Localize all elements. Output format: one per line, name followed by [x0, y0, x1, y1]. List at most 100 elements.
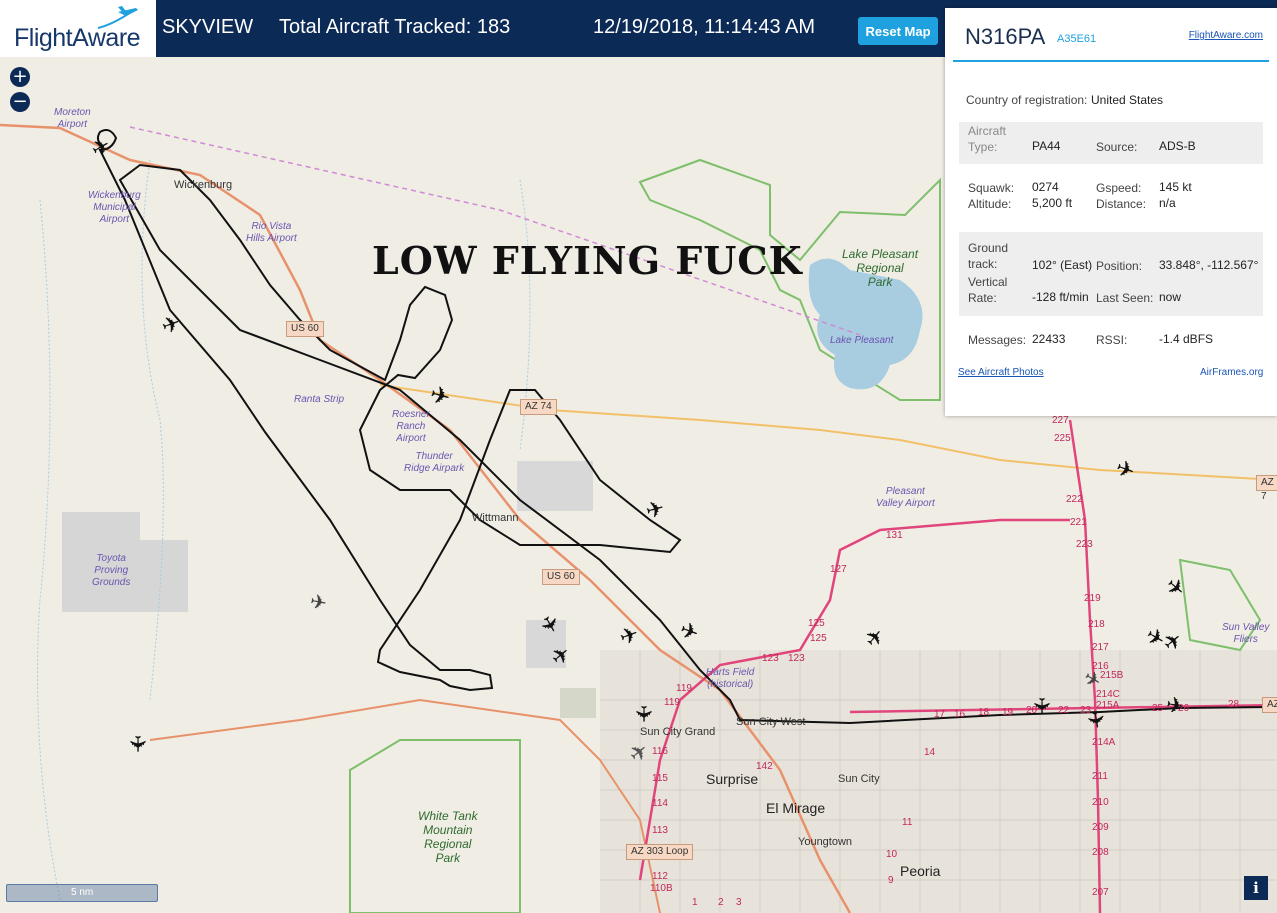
sun-city-grand-label: Sun City Grand — [640, 726, 716, 738]
gspeed-label: Gspeed: — [1096, 181, 1142, 195]
ground-track-value: 102° (East) — [1032, 258, 1093, 272]
route-number: 123 — [762, 653, 779, 664]
aircraft-hex[interactable]: A35E61 — [1057, 33, 1096, 45]
route-number: 3 — [736, 897, 742, 908]
route-number: 214C — [1096, 689, 1120, 700]
messages-value: 22433 — [1032, 332, 1066, 346]
airframes-link[interactable]: AirFrames.org — [1200, 367, 1263, 378]
plane-icon[interactable]: ✈ — [124, 735, 150, 753]
country-label: Country of registration: — [966, 93, 1088, 107]
youngtown-label: Youngtown — [798, 836, 853, 848]
messages-label: Messages: — [968, 333, 1027, 347]
datetime: 12/19/2018, 11:14:43 AM — [593, 16, 816, 38]
route-number: 23 — [1080, 705, 1092, 716]
route-number: 119 — [664, 697, 680, 708]
aircraft-type-label: Aircraft Type: — [968, 124, 1007, 154]
overlay-caption: LOW FLYING FUCK — [372, 238, 803, 283]
el-mirage-label: El Mirage — [766, 800, 826, 816]
harts-field-label: Harts Field (historical) — [706, 667, 755, 690]
country-row: Country of registration: United States — [959, 92, 1263, 112]
position-label: Position: — [1096, 259, 1143, 273]
route-number: 227 — [1052, 415, 1069, 426]
route-number: 10 — [886, 849, 898, 860]
route-number: 14 — [924, 747, 936, 758]
gspeed-value: 145 kt — [1159, 180, 1192, 194]
toyota-label: Toyota Proving Grounds — [92, 553, 131, 588]
route-number: 142 — [756, 761, 773, 772]
route-shield: AZ 7 — [1256, 475, 1277, 502]
sun-city-west-label: Sun City West — [736, 716, 806, 728]
flightaware-logo[interactable]: FlightAware — [0, 0, 156, 57]
route-number: 19 — [1002, 707, 1014, 718]
scale-bar: 5 nm — [6, 884, 158, 902]
source-label: Source: — [1096, 140, 1138, 154]
source-value: ADS-B — [1159, 139, 1196, 153]
route-number: 119 — [676, 683, 692, 694]
plane-icon[interactable]: ✈ — [630, 705, 656, 723]
rssi-value: -1.4 dBFS — [1159, 332, 1214, 346]
route-shield: AZ 74 — [520, 399, 557, 415]
aircraft-info-panel: N316PA A35E61 FlightAware.com Country of… — [945, 8, 1277, 416]
panel-divider — [953, 60, 1269, 62]
flightaware-link[interactable]: FlightAware.com — [1189, 30, 1263, 41]
sun-city-label: Sun City — [838, 773, 880, 785]
aircraft-type-value: PA44 — [1032, 139, 1061, 153]
route-number: 1 — [692, 897, 698, 908]
reset-map-button[interactable]: Reset Map — [858, 17, 938, 45]
route-shield: AZ — [1262, 697, 1277, 713]
wickenburg-airport-label: Wickenburg Municipal Airport — [88, 190, 141, 225]
messages-row: Messages: 22433 RSSI: -1.4 dBFS — [959, 332, 1263, 352]
wittmann-label: Wittmann — [472, 512, 519, 524]
squawk-label: Squawk: — [968, 181, 1015, 195]
squawk-row: Squawk: 0274 Gspeed: 145 kt Altitude: 5,… — [959, 180, 1263, 216]
vertical-rate-value: -128 ft/min — [1032, 290, 1089, 304]
route-number: 217 — [1092, 642, 1109, 653]
lake-pleasant-park-label: Lake Pleasant Regional Park — [842, 247, 919, 289]
peoria-label: Peoria — [900, 863, 941, 879]
route-number: 208 — [1092, 847, 1109, 858]
route-number: 9 — [888, 875, 894, 886]
zoom-out-button[interactable]: − — [10, 92, 30, 112]
lake-pleasant-label: Lake Pleasant — [830, 335, 894, 346]
moreton-airport-label: Moreton Airport — [54, 107, 91, 130]
route-number: 218 — [1088, 619, 1105, 630]
info-button[interactable]: i — [1244, 876, 1268, 900]
route-number: 115 — [652, 773, 668, 784]
route-number: 125 — [810, 633, 827, 644]
route-number: 116 — [652, 746, 668, 757]
ground-track-label: Ground track: — [968, 241, 1009, 271]
route-number: 16 — [954, 709, 966, 720]
aircraft-photos-link[interactable]: See Aircraft Photos — [958, 367, 1044, 378]
route-number: 11 — [902, 817, 913, 828]
track-row: Ground track: 102° (East) Position: 33.8… — [959, 232, 1263, 316]
sun-valley-label: Sun Valley Fliers — [1222, 622, 1270, 645]
thunder-ridge-label: Thunder Ridge Airpark — [404, 451, 465, 474]
route-number: 215B — [1100, 670, 1124, 681]
route-shield: AZ 303 Loop — [626, 844, 694, 860]
position-value: 33.848°, -112.567° — [1159, 258, 1259, 272]
route-number: 18 — [978, 707, 990, 718]
surprise-label: Surprise — [706, 771, 759, 787]
route-number: 112 — [652, 871, 668, 882]
route-number: 211 — [1092, 771, 1108, 782]
squawk-value: 0274 — [1032, 180, 1059, 194]
aircraft-registration: N316PA — [965, 24, 1046, 49]
route-shield: US 60 — [542, 569, 580, 585]
vertical-rate-label: Vertical Rate: — [968, 275, 1008, 305]
roesner-ranch-label: Roesner Ranch Airport — [392, 409, 430, 444]
route-number: 25 — [1152, 703, 1164, 714]
route-number: 219 — [1084, 593, 1101, 604]
route-number: 209 — [1092, 822, 1109, 833]
wickenburg-label: Wickenburg — [174, 179, 233, 191]
white-tank-label: White Tank Mountain Regional Park — [418, 809, 478, 865]
scale-label: 5 nm — [71, 887, 94, 898]
last-seen-value: now — [1159, 290, 1182, 304]
route-number: 123 — [788, 653, 805, 664]
route-shield: US 60 — [286, 321, 324, 337]
route-number: 221 — [1070, 517, 1087, 528]
zoom-in-button[interactable]: + — [10, 67, 30, 87]
route-number: 127 — [830, 564, 847, 575]
aircraft-count: Total Aircraft Tracked: 183 — [279, 16, 511, 38]
pleasant-valley-label: Pleasant Valley Airport — [876, 486, 935, 509]
rio-vista-label: Rio Vista Hills Airport — [246, 221, 297, 244]
